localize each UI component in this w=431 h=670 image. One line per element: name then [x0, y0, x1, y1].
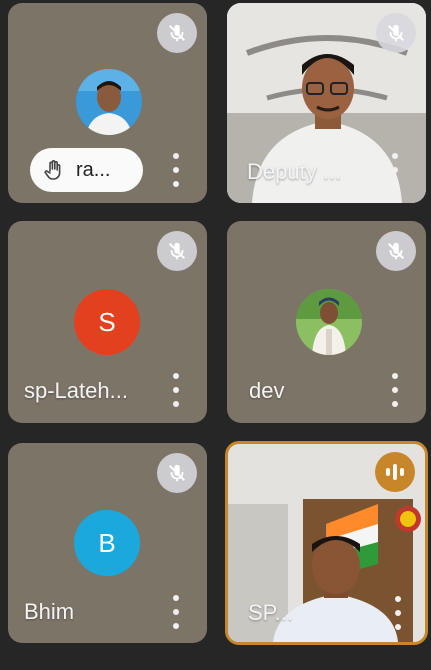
mic-off-icon: [376, 13, 416, 53]
mic-off-icon: [157, 13, 197, 53]
participant-name: ra...: [76, 158, 111, 181]
more-options-button[interactable]: [389, 596, 407, 630]
participant-name: sp-Lateh...: [24, 378, 128, 403]
participant-tile-sp-lateh[interactable]: S sp-Lateh...: [8, 221, 207, 423]
raised-hand-icon: [44, 160, 61, 180]
more-options-button[interactable]: [167, 373, 185, 407]
participant-tile-sp[interactable]: SP...: [225, 441, 428, 645]
audio-level-icon: [375, 452, 415, 492]
mic-off-icon: [376, 231, 416, 271]
avatar: S: [74, 289, 140, 355]
mic-off-icon: [157, 231, 197, 271]
avatar: [296, 289, 362, 355]
participant-tile-deputy[interactable]: Deputy ...: [227, 3, 426, 203]
more-options-button[interactable]: [386, 153, 404, 187]
participant-name: dev: [249, 378, 285, 403]
mic-off-icon: [157, 453, 197, 493]
more-options-button[interactable]: [167, 595, 185, 629]
more-options-button[interactable]: [386, 373, 404, 407]
participant-name: SP...: [248, 600, 293, 625]
participant-tile-dev[interactable]: dev: [227, 221, 426, 423]
participant-name: Bhim: [24, 599, 75, 624]
more-options-button[interactable]: [167, 153, 185, 187]
participant-name: Deputy ...: [247, 159, 342, 184]
avatar: [76, 69, 142, 135]
avatar: B: [74, 510, 140, 576]
participant-tile-bhim[interactable]: B Bhim: [8, 443, 207, 643]
raised-hand-badge: ra...: [30, 148, 143, 192]
participant-tile-ra[interactable]: ra...: [8, 3, 207, 203]
